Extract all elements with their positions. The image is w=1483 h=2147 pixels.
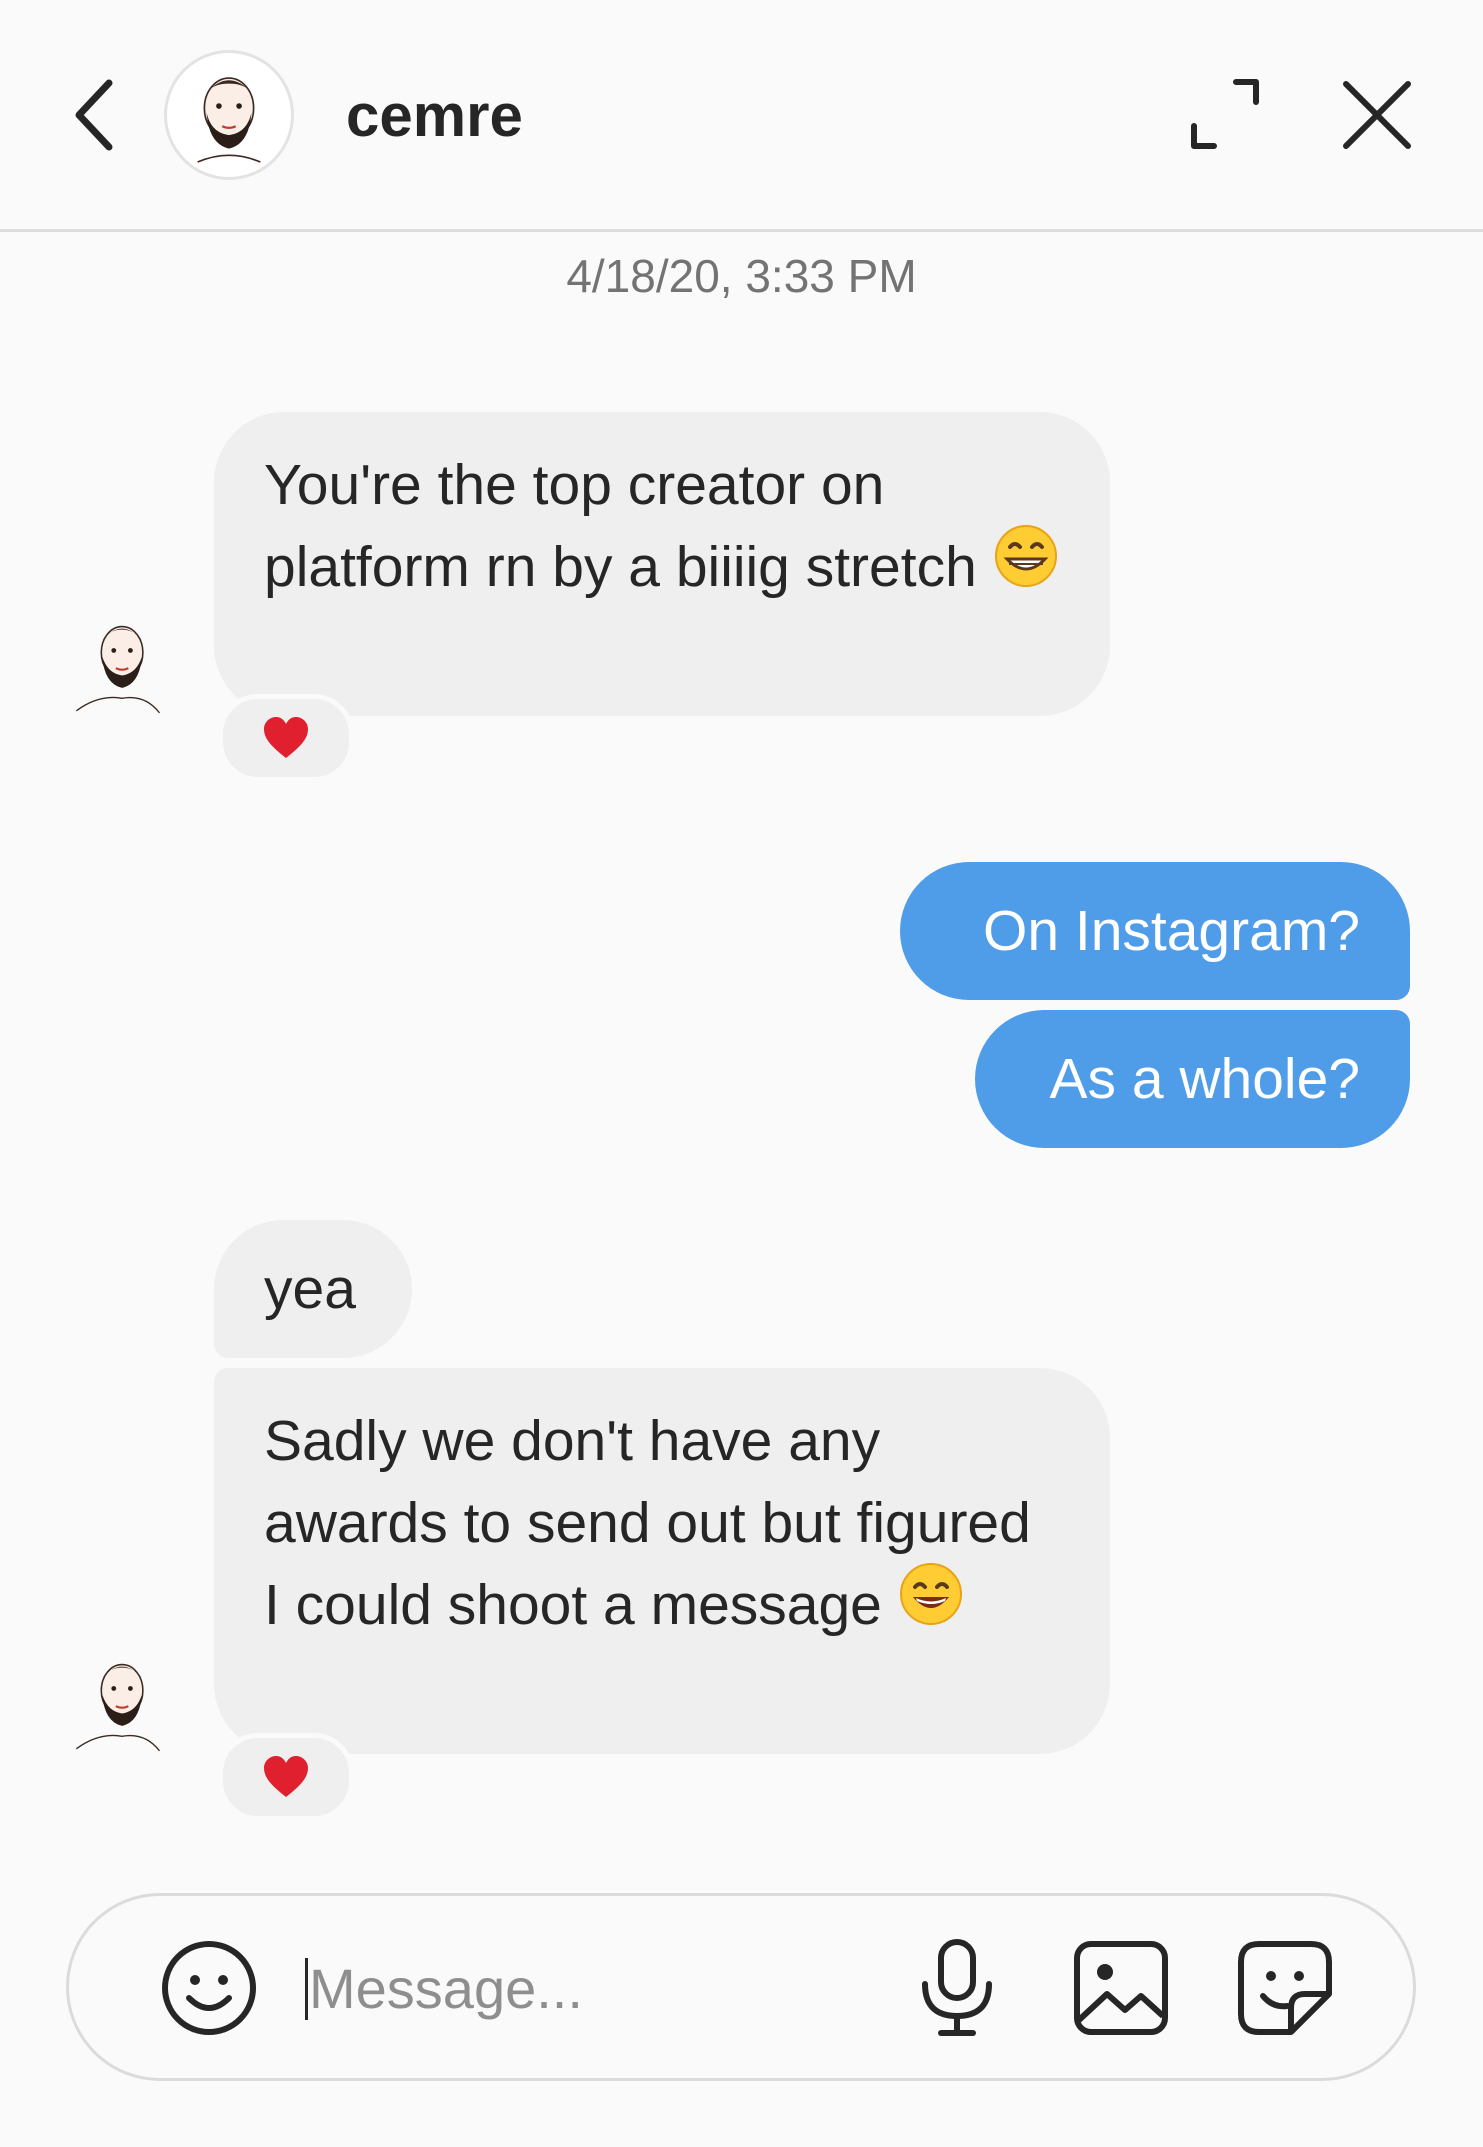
avatar[interactable] <box>164 50 294 180</box>
grin-emoji-icon <box>993 523 1059 611</box>
microphone-icon <box>922 1939 992 2036</box>
heart-reaction[interactable] <box>218 1733 354 1821</box>
sticker-button[interactable] <box>1233 1936 1337 2040</box>
dm-thread-screen: cemre 4/18/20, 3:33 PM You're the top cr… <box>0 0 1483 2147</box>
avatar-portrait <box>75 625 161 714</box>
heart-icon <box>264 1756 308 1797</box>
thread-username[interactable]: cemre <box>346 78 523 154</box>
sender-avatar[interactable] <box>68 1644 172 1760</box>
expand-icon <box>1191 79 1259 149</box>
message-text: yea <box>264 1257 356 1321</box>
close-icon <box>1343 81 1411 149</box>
message-text: On Instagram? <box>982 899 1360 963</box>
message-bubble-incoming[interactable]: Sadly we don't have any awards to send o… <box>214 1368 1110 1754</box>
message-text: Sadly we don't have any awards to send o… <box>264 1409 1031 1637</box>
heart-reaction[interactable] <box>218 694 354 782</box>
message-bubble-incoming[interactable]: yea <box>214 1220 412 1358</box>
message-bubble-outgoing[interactable]: On Instagram? <box>900 862 1410 1000</box>
sticker-icon <box>1238 1941 1332 2035</box>
message-bubble-incoming[interactable]: You're the top creator on platform rn by… <box>214 412 1110 716</box>
image-icon <box>1074 1941 1168 2035</box>
gallery-button[interactable] <box>1069 1936 1173 2040</box>
text-cursor <box>305 1958 308 2020</box>
message-text: As a whole? <box>1049 1047 1360 1111</box>
thread-header: cemre <box>0 0 1483 232</box>
heart-icon <box>264 717 308 758</box>
conversation-timestamp: 4/18/20, 3:33 PM <box>566 250 917 302</box>
back-button[interactable] <box>58 70 128 160</box>
smiley-icon <box>162 1941 256 2035</box>
message-composer <box>66 1893 1416 2081</box>
voice-message-button[interactable] <box>907 1936 1007 2040</box>
avatar-portrait <box>75 1663 161 1752</box>
close-button[interactable] <box>1332 70 1422 160</box>
message-input[interactable] <box>309 1948 889 2028</box>
avatar-portrait <box>197 77 261 163</box>
expand-button[interactable] <box>1180 70 1270 160</box>
chevron-left-icon <box>75 79 113 151</box>
message-bubble-outgoing[interactable]: As a whole? <box>975 1010 1410 1148</box>
message-text: You're the top creator on platform rn by… <box>264 453 1059 599</box>
emoji-button[interactable] <box>159 1938 259 2038</box>
sender-avatar[interactable] <box>68 606 172 722</box>
smile-emoji-icon <box>898 1561 964 1649</box>
